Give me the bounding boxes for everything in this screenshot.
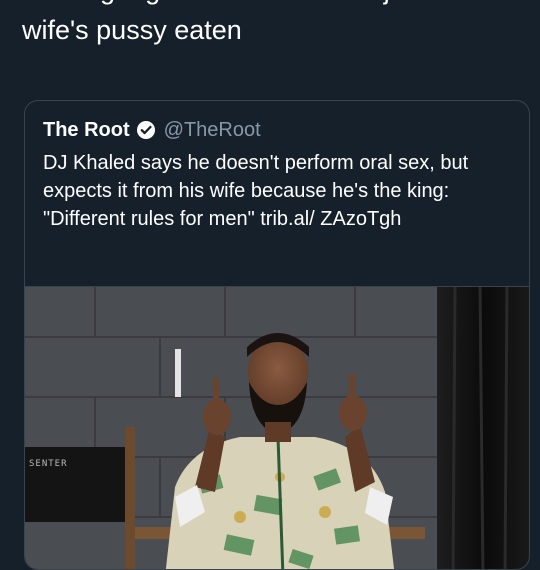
quoted-tweet-photo[interactable]: SENTER bbox=[25, 286, 529, 569]
tweet-text: Starting a gofundme to have dj khaled's … bbox=[22, 0, 495, 45]
verified-badge-icon bbox=[136, 120, 156, 140]
quoted-tweet-header: The Root @TheRoot bbox=[43, 117, 261, 143]
quoted-author-name[interactable]: The Root bbox=[43, 119, 130, 142]
photo-illustration bbox=[25, 286, 529, 569]
chair-label: SENTER bbox=[29, 459, 68, 469]
quoted-tweet-card[interactable]: The Root @TheRoot DJ Khaled says he does… bbox=[24, 100, 530, 570]
quoted-author-handle[interactable]: @TheRoot bbox=[164, 119, 261, 142]
quoted-tweet-text: DJ Khaled says he doesn't perform oral s… bbox=[43, 152, 469, 230]
